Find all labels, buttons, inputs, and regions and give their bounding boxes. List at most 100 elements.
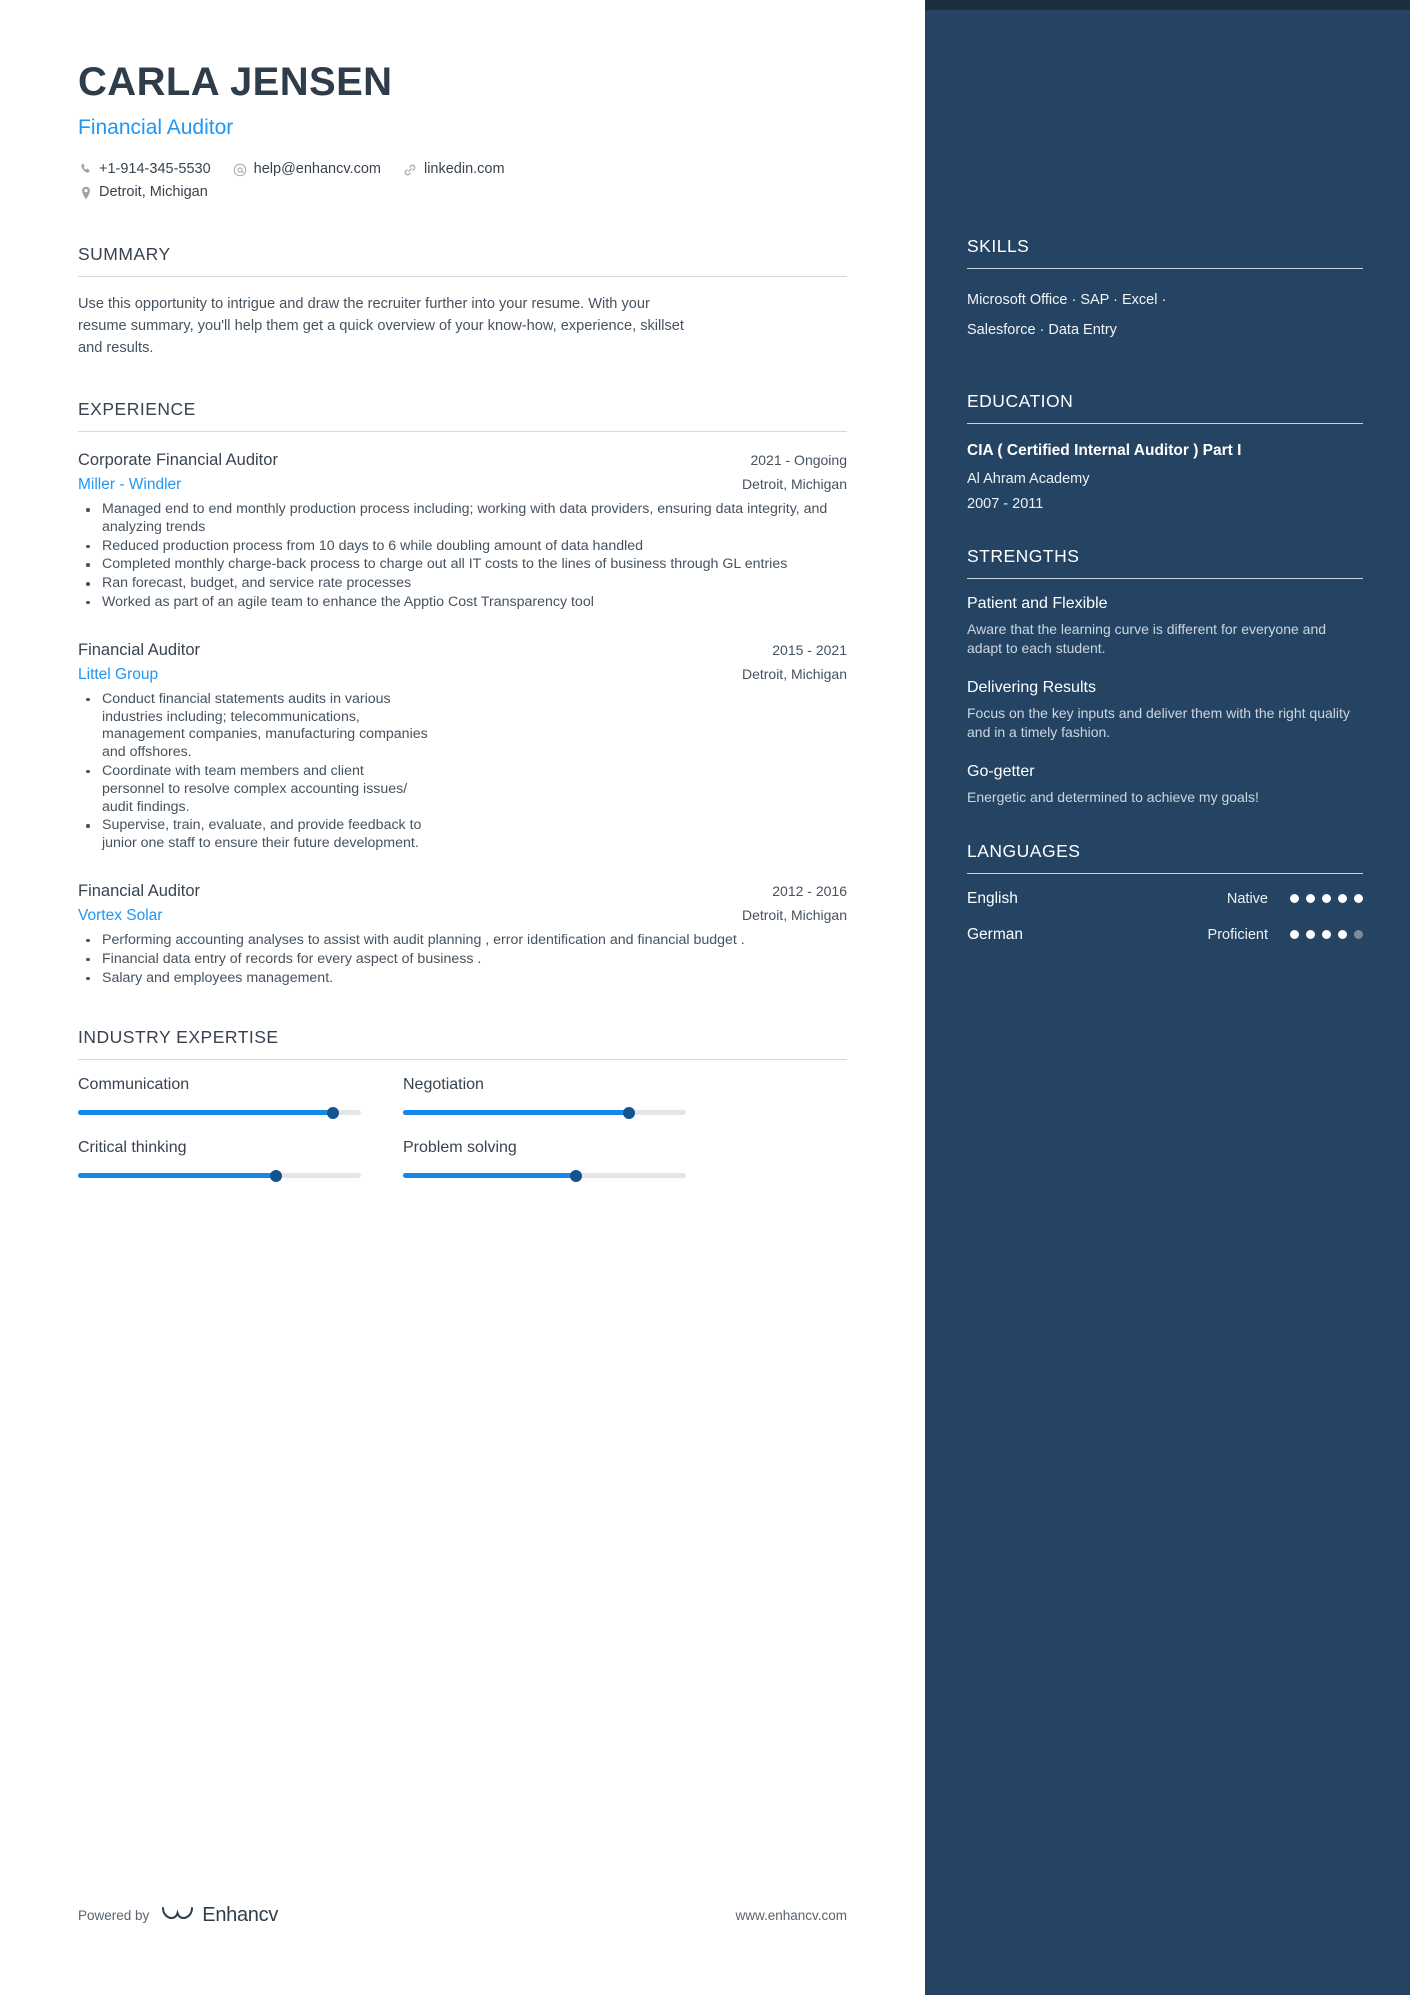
experience-bullet: Coordinate with team members and client … [78, 763, 428, 816]
job-date: 2015 - 2021 [772, 641, 847, 658]
powered-by-label: Powered by [78, 1908, 150, 1923]
experience-heading: EXPERIENCE [78, 399, 196, 419]
strength-name: Patient and Flexible [967, 595, 1108, 612]
resume-page: CARLA JENSEN Financial Auditor +1-914-34… [0, 0, 1410, 1995]
slider-fill [403, 1173, 576, 1179]
experience-entry: Corporate Financial Auditor 2021 - Ongoin… [78, 448, 847, 612]
contact-item-location[interactable]: Detroit, Michigan [78, 181, 208, 204]
language-level-dot [1290, 930, 1299, 939]
skill-line: Microsoft Office · SAP · Excel · [967, 292, 1167, 308]
slider-thumb[interactable] [270, 1169, 283, 1182]
expertise-slider[interactable] [403, 1106, 686, 1119]
slider-fill [78, 1173, 277, 1179]
contact-item-phone[interactable]: +1-914-345-5530 [78, 158, 211, 181]
strengths-list: Patient and Flexible Aware that the learn… [967, 579, 1363, 807]
expertise-item: Negotiation [403, 1076, 686, 1119]
page-title: CARLA JENSEN [78, 60, 393, 104]
slider-thumb[interactable] [569, 1169, 582, 1182]
job-company[interactable]: Vortex Solar [78, 907, 162, 925]
language-level: Proficient [1207, 926, 1268, 943]
language-level-dot [1322, 894, 1331, 903]
divider [967, 423, 1363, 424]
experience-bullet: Salary and employees management. [78, 970, 847, 988]
experience-entry-head: Financial Auditor 2012 - 2016 [78, 879, 847, 903]
languages-list: English Native German Proficient [967, 874, 1363, 944]
strength-item: Go-getter Energetic and determined to ach… [967, 763, 1363, 807]
slider-fill [78, 1110, 333, 1116]
enhancv-wordmark: Enhancv [202, 1904, 279, 1926]
education-date: 2007 - 2011 [967, 496, 1044, 512]
language-level-dot [1322, 930, 1331, 939]
language-level-dot [1338, 894, 1347, 903]
experience-bullets: Conduct financial statements audits in v… [78, 691, 428, 853]
footer-website: www.enhancv.com [735, 1908, 847, 1923]
language-level: Native [1226, 890, 1268, 907]
slider-thumb[interactable] [623, 1106, 636, 1119]
language-level-dots [1290, 894, 1363, 903]
language-level-dot [1306, 894, 1315, 903]
headline-job-title: Financial Auditor [78, 116, 234, 139]
language-row: English Native [967, 890, 1363, 908]
experience-entry: Financial Auditor 2015 - 2021 Littel Group… [78, 638, 847, 853]
sidebar-top-strip [925, 0, 1410, 10]
expertise-item: Critical thinking [78, 1139, 361, 1182]
contact-item-link[interactable]: linkedin.com [403, 158, 505, 181]
enhancv-mark-icon [161, 1904, 195, 1927]
education-heading: EDUCATION [967, 391, 1074, 411]
language-level-dot [1306, 930, 1315, 939]
expertise-slider[interactable] [78, 1106, 361, 1119]
divider [967, 268, 1363, 269]
sidebar-strengths-section: STRENGTHS Patient and Flexible Aware that… [967, 546, 1363, 807]
experience-bullet: Financial data entry of records for ever… [78, 951, 847, 969]
language-level-dots [1290, 930, 1363, 939]
experience-entry: Financial Auditor 2012 - 2016 Vortex Solar… [78, 879, 847, 987]
job-company[interactable]: Miller - Windler [78, 476, 181, 494]
experience-bullets: Managed end to end monthly production pr… [78, 501, 847, 612]
expertise-slider[interactable] [78, 1169, 361, 1182]
divider [967, 578, 1363, 579]
contact-text: Detroit, Michigan [99, 184, 208, 200]
expertise-label: Communication [78, 1076, 190, 1094]
enhancv-logo: Enhancv [161, 1904, 278, 1927]
language-level-dot [1354, 930, 1363, 939]
job-date: 2012 - 2016 [772, 882, 847, 899]
experience-entry-sub: Vortex Solar Detroit, Michigan [78, 907, 847, 925]
experience-bullet: Conduct financial statements audits in v… [78, 691, 428, 762]
slider-thumb[interactable] [326, 1106, 339, 1119]
skills-heading: SKILLS [967, 236, 1030, 256]
contact-item-email[interactable]: help@enhancv.com [233, 158, 381, 181]
expertise-slider[interactable] [403, 1169, 686, 1182]
job-location: Detroit, Michigan [741, 665, 847, 682]
experience-list: Corporate Financial Auditor 2021 - Ongoin… [78, 432, 847, 987]
experience-bullet: Supervise, train, evaluate, and provide … [78, 817, 428, 853]
job-company[interactable]: Littel Group [78, 666, 158, 684]
experience-entry-sub: Miller - Windler Detroit, Michigan [78, 476, 847, 494]
skill-line: Salesforce · Data Entry [967, 322, 1117, 338]
strength-description: Focus on the key inputs and deliver them… [967, 705, 1350, 740]
email-icon [233, 162, 248, 177]
summary-text: Use this opportunity to intrigue and dra… [78, 296, 684, 356]
strength-description: Energetic and determined to achieve my g… [967, 789, 1259, 805]
education-degree: CIA ( Certified Internal Auditor ) Part … [967, 442, 1242, 459]
expertise-label: Problem solving [403, 1139, 517, 1157]
experience-section: EXPERIENCE Corporate Financial Auditor 20… [78, 399, 847, 987]
strength-name: Go-getter [967, 763, 1035, 780]
powered-by-block: Powered by Enhancv [78, 1904, 278, 1927]
summary-section: SUMMARY Use this opportunity to intrigue… [78, 244, 847, 359]
main-column: CARLA JENSEN Financial Auditor +1-914-34… [0, 0, 925, 1995]
sidebar-education-section: EDUCATION CIA ( Certified Internal Audit… [967, 391, 1363, 512]
experience-entry-head: Corporate Financial Auditor 2021 - Ongoin… [78, 448, 847, 472]
language-level-dot [1354, 894, 1363, 903]
experience-bullet: Performing accounting analyses to assist… [78, 932, 847, 950]
strength-item: Patient and Flexible Aware that the learn… [967, 595, 1363, 657]
experience-bullet: Ran forecast, budget, and service rate p… [78, 575, 847, 593]
language-name: German [967, 925, 1023, 943]
industry-expertise-heading: INDUSTRY EXPERTISE [78, 1027, 279, 1048]
experience-bullet: Reduced production process from 10 days … [78, 538, 847, 556]
strength-item: Delivering Results Focus on the key input… [967, 679, 1363, 741]
strengths-heading: STRENGTHS [967, 546, 1080, 566]
education-school: Al Ahram Academy [967, 471, 1090, 487]
strength-description: Aware that the learning curve is differe… [967, 621, 1327, 656]
language-row: German Proficient [967, 926, 1363, 944]
job-position: Financial Auditor [78, 881, 200, 900]
